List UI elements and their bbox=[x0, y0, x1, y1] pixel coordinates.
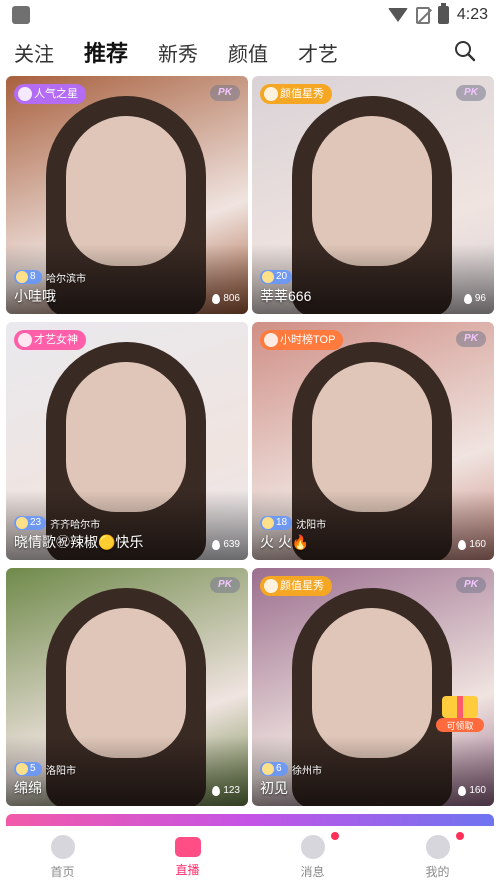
flame-icon bbox=[463, 293, 472, 304]
streamer-name: 莘莘666 bbox=[260, 288, 312, 304]
popularity-value: 160 bbox=[469, 539, 486, 550]
nav-messages-label: 消息 bbox=[300, 864, 325, 879]
live-room-card[interactable]: 人气之星 PK 8 哈尔滨市小哇哦 806 bbox=[6, 76, 248, 314]
pk-badge: PK bbox=[456, 85, 486, 101]
flame-icon bbox=[458, 539, 467, 550]
streamer-name: 初见 bbox=[260, 780, 288, 796]
status-bar: 4:23 bbox=[0, 0, 500, 30]
location-label: 洛阳市 bbox=[46, 765, 76, 777]
nav-home-label: 首页 bbox=[50, 864, 75, 879]
popularity-count: 806 bbox=[212, 293, 240, 304]
rank-badge: 颜值星秀 bbox=[260, 84, 332, 104]
popularity-count: 160 bbox=[458, 785, 486, 796]
app-notification-icon bbox=[12, 6, 30, 24]
pk-badge: PK bbox=[456, 331, 486, 347]
tab-talent[interactable]: 才艺 bbox=[298, 38, 338, 67]
location-label: 徐州市 bbox=[292, 765, 322, 777]
tab-follow[interactable]: 关注 bbox=[14, 38, 54, 67]
rank-badge: 颜值星秀 bbox=[260, 576, 332, 596]
nav-home[interactable]: 首页 bbox=[0, 826, 125, 888]
claim-label: 可领取 bbox=[446, 720, 473, 731]
nav-messages[interactable]: 消息 bbox=[250, 826, 375, 888]
level-pill: 6 bbox=[260, 762, 288, 776]
user-level: 23 齐齐哈尔市 bbox=[14, 516, 101, 531]
nav-profile[interactable]: 我的 bbox=[375, 826, 500, 888]
tab-looks[interactable]: 颜值 bbox=[228, 38, 268, 67]
live-room-card[interactable]: 小时榜TOP PK 18 沈阳市火 火🔥 160 bbox=[252, 322, 494, 560]
location-label: 齐齐哈尔市 bbox=[50, 519, 101, 531]
tab-newcomer[interactable]: 新秀 bbox=[158, 38, 198, 67]
rank-badge: 才艺女神 bbox=[14, 330, 86, 350]
location-label: 沈阳市 bbox=[296, 519, 327, 531]
streamer-name: 晓情歌㊗辣椒🟡快乐 bbox=[14, 534, 144, 550]
rank-badge: 小时榜TOP bbox=[260, 330, 344, 350]
level-pill: 18 bbox=[260, 516, 293, 530]
user-level: 20 bbox=[260, 270, 293, 284]
location-label: 哈尔滨市 bbox=[46, 273, 86, 285]
nav-live[interactable]: 直播 bbox=[125, 826, 250, 888]
battery-icon bbox=[437, 3, 449, 24]
streamer-name: 绵绵 bbox=[14, 780, 42, 796]
popularity-count: 639 bbox=[212, 539, 240, 550]
popularity-value: 96 bbox=[474, 293, 486, 304]
bottom-nav: 首页 直播 消息 我的 bbox=[0, 826, 500, 888]
video-camera-icon bbox=[174, 836, 201, 857]
live-room-card[interactable]: PK 5 洛阳市 绵绵 123 bbox=[6, 568, 248, 806]
popularity-value: 806 bbox=[223, 293, 240, 304]
nav-live-label: 直播 bbox=[175, 862, 200, 877]
pk-badge: PK bbox=[210, 85, 240, 101]
no-sim-icon bbox=[415, 6, 430, 24]
flame-icon bbox=[212, 785, 221, 796]
profile-icon bbox=[425, 834, 450, 859]
nav-profile-label: 我的 bbox=[425, 864, 450, 879]
live-room-card[interactable]: 颜值星秀 PK 20 莘莘666 96 bbox=[252, 76, 494, 314]
wifi-icon bbox=[387, 8, 408, 22]
user-level: 5 洛阳市 bbox=[14, 762, 76, 777]
flame-icon bbox=[212, 293, 221, 304]
level-pill: 8 bbox=[14, 270, 42, 284]
unread-dot bbox=[456, 832, 464, 840]
popularity-value: 123 bbox=[223, 785, 240, 796]
level-pill: 23 bbox=[14, 516, 47, 530]
streamer-name: 小哇哦 bbox=[14, 288, 56, 304]
gift-box-icon[interactable]: 可领取 bbox=[432, 690, 488, 734]
flame-icon bbox=[212, 539, 221, 550]
popularity-value: 160 bbox=[469, 785, 486, 796]
pk-badge: PK bbox=[210, 577, 240, 593]
live-room-card[interactable]: 才艺女神 23 齐齐哈尔市晓情歌㊗辣椒🟡快乐 639 bbox=[6, 322, 248, 560]
chat-bubble-icon bbox=[300, 834, 325, 859]
unread-dot bbox=[331, 832, 339, 840]
flame-icon bbox=[458, 785, 467, 796]
user-level: 6 徐州市 bbox=[260, 762, 322, 777]
popularity-value: 639 bbox=[223, 539, 240, 550]
popularity-count: 160 bbox=[458, 539, 486, 550]
status-time: 4:23 bbox=[456, 6, 488, 23]
promo-banner[interactable] bbox=[6, 814, 494, 826]
rank-badge: 人气之星 bbox=[14, 84, 86, 104]
live-room-card[interactable]: 颜值星秀 PK 6 徐州市 初见 160 可领取 bbox=[252, 568, 494, 806]
category-tabs: 关注 推荐 新秀 颜值 才艺 bbox=[0, 30, 500, 74]
user-level: 18 沈阳市 bbox=[260, 516, 327, 531]
user-level: 8 哈尔滨市 bbox=[14, 270, 86, 285]
popularity-count: 96 bbox=[463, 293, 486, 304]
pk-badge: PK bbox=[456, 577, 486, 593]
popularity-count: 123 bbox=[212, 785, 240, 796]
level-pill: 5 bbox=[14, 762, 42, 776]
streamer-name: 火 火🔥 bbox=[260, 534, 310, 550]
search-icon[interactable] bbox=[454, 40, 476, 62]
home-icon bbox=[50, 834, 75, 859]
level-pill: 20 bbox=[260, 270, 293, 284]
tab-recommended[interactable]: 推荐 bbox=[84, 36, 128, 68]
